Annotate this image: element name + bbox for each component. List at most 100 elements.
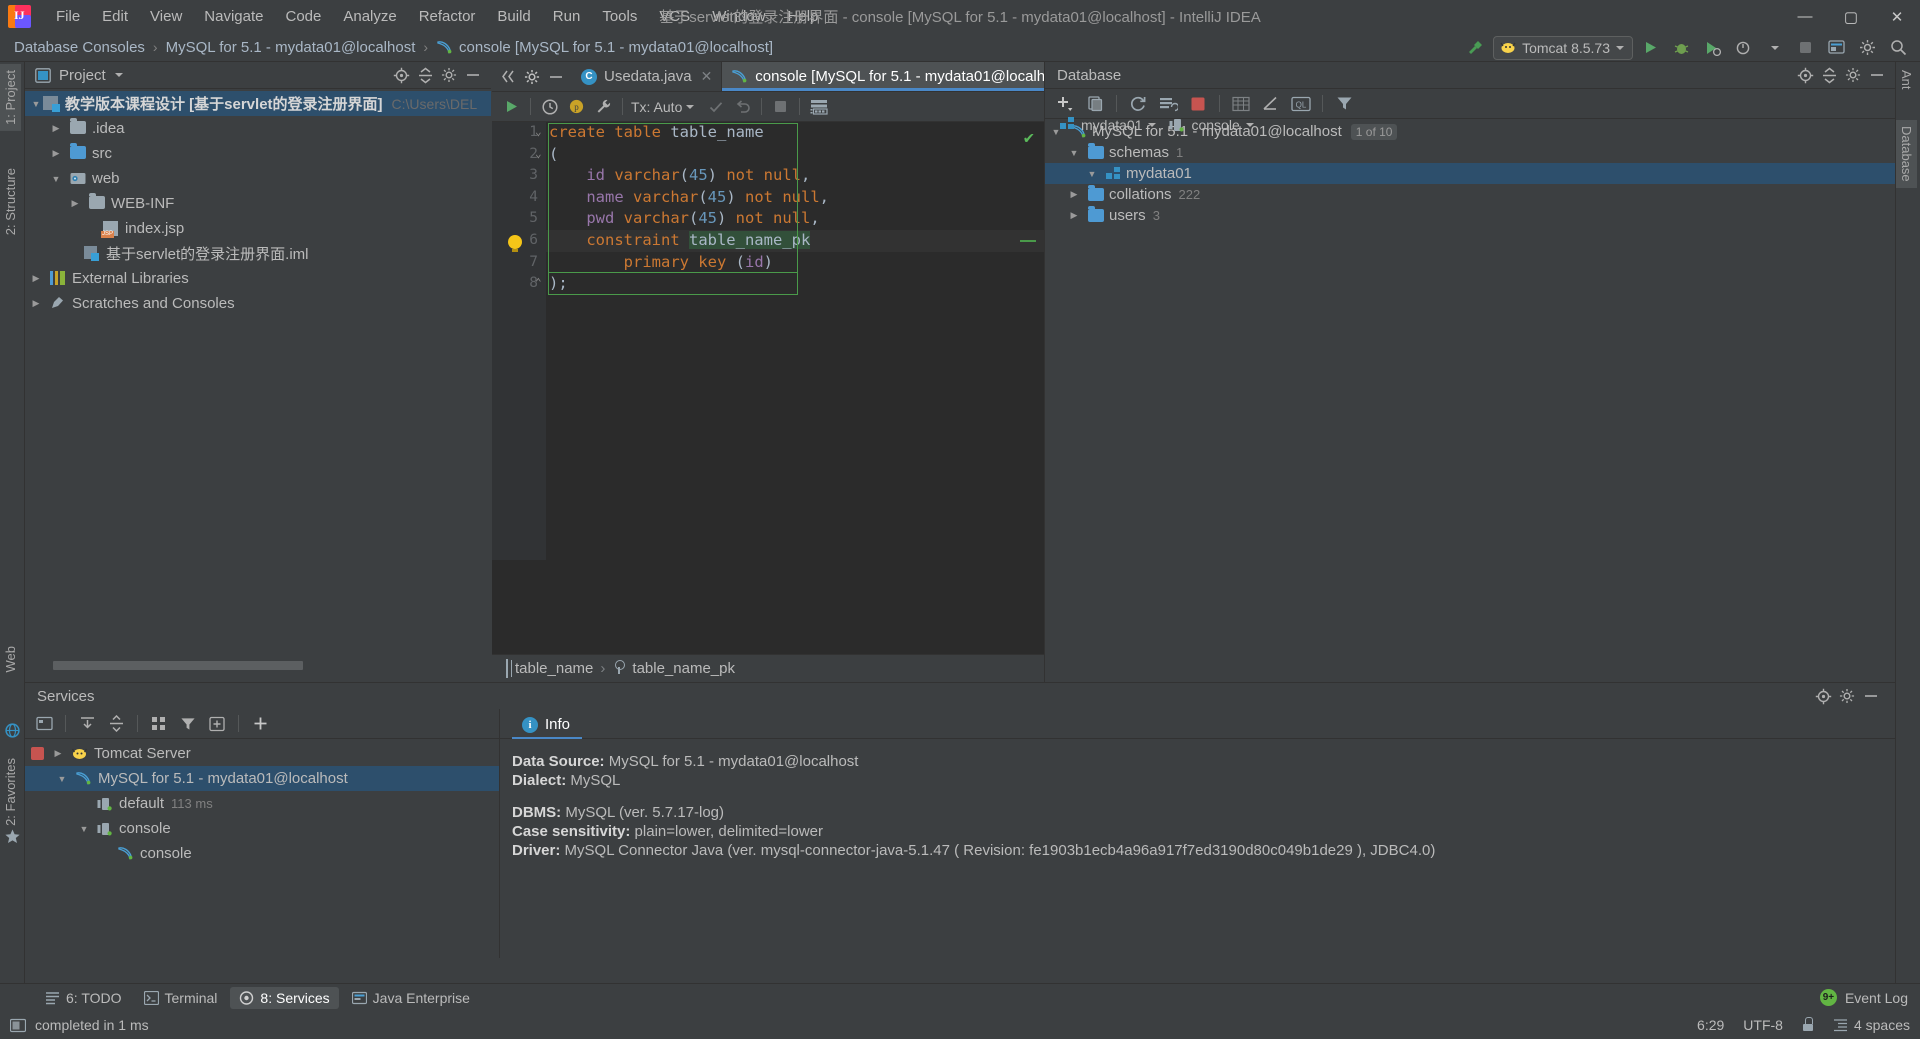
chevron-expanded-icon[interactable]: ▼ — [49, 174, 63, 184]
settings-gear-icon[interactable] — [1854, 35, 1881, 60]
file-encoding[interactable]: UTF-8 — [1743, 1017, 1783, 1033]
add-tab-icon[interactable] — [204, 712, 230, 736]
menu-item-help[interactable]: Help — [777, 4, 830, 30]
chevron-down-icon[interactable] — [686, 104, 695, 109]
sidebar-item-web[interactable]: Web — [0, 640, 21, 679]
intention-bulb-icon[interactable] — [508, 235, 522, 252]
event-log-label[interactable]: Event Log — [1845, 990, 1908, 1006]
stop-button[interactable] — [767, 94, 794, 119]
add-service-icon[interactable] — [247, 712, 273, 736]
stop-button[interactable] — [29, 747, 46, 760]
menu-item-tools[interactable]: Tools — [591, 4, 648, 30]
commit-check-icon[interactable] — [702, 94, 729, 119]
menu-item-analyze[interactable]: Analyze — [332, 4, 407, 30]
menu-item-view[interactable]: View — [139, 4, 193, 30]
fold-marker-icon[interactable]: ⌄ — [535, 125, 542, 138]
query-console-icon[interactable]: QL — [1287, 91, 1315, 116]
tree-row-scratches[interactable]: ▶ Scratches and Consoles — [25, 291, 491, 316]
maximize-button[interactable]: ▢ — [1828, 0, 1874, 33]
breadcrumb-constraint-name[interactable]: table_name_pk — [632, 660, 735, 677]
lock-icon[interactable] — [1802, 1016, 1814, 1034]
svc-row-console-session[interactable]: ▼ console — [25, 816, 499, 841]
hide-panel-icon[interactable] — [1865, 64, 1889, 86]
gear-icon[interactable] — [1835, 685, 1859, 707]
menu-item-edit[interactable]: Edit — [91, 4, 139, 30]
tab-info[interactable]: i Info — [512, 712, 583, 739]
gear-icon[interactable] — [1841, 64, 1865, 86]
breadcrumb-console[interactable]: console [MySQL for 5.1 - mydata01@localh… — [459, 39, 773, 56]
bottom-tab-services[interactable]: 8: Services — [230, 986, 339, 1009]
build-hammer-icon[interactable] — [1462, 35, 1489, 60]
sidebar-item-database[interactable]: Database — [1896, 120, 1917, 188]
run-button[interactable] — [1637, 35, 1664, 60]
collapse-all-icon[interactable] — [1817, 64, 1841, 86]
filter-icon[interactable] — [1330, 91, 1358, 116]
execute-run-icon[interactable] — [498, 94, 525, 119]
inspection-ok-icon[interactable]: ✔ — [1024, 128, 1034, 148]
tree-row-webinf[interactable]: ▶ WEB-INF — [25, 191, 491, 216]
menu-item-refactor[interactable]: Refactor — [408, 4, 487, 30]
caret-position[interactable]: 6:29 — [1697, 1017, 1724, 1033]
db-tree-row-mydata01[interactable]: ▼ mydata01 — [1045, 163, 1895, 184]
editor-tab-usedata-java[interactable]: C Usedata.java ✕ — [572, 62, 723, 91]
debug-button[interactable] — [1668, 35, 1695, 60]
schema-selector[interactable]: mydata01 — [1055, 113, 1161, 137]
menu-item-vcs[interactable]: VCS — [648, 4, 701, 30]
run-configuration-selector[interactable]: Tomcat 8.5.73 — [1493, 35, 1633, 60]
locate-target-icon[interactable] — [389, 64, 413, 86]
chevron-expanded-icon[interactable]: ▼ — [29, 99, 43, 109]
menu-item-window[interactable]: Window — [701, 4, 776, 30]
update-app-icon[interactable] — [1823, 35, 1850, 60]
project-horizontal-scrollbar[interactable] — [53, 661, 493, 670]
chevron-right-icon[interactable]: ▶ — [29, 273, 43, 284]
bottom-tab-terminal[interactable]: Terminal — [135, 987, 227, 1009]
menu-item-run[interactable]: Run — [542, 4, 592, 30]
bottom-tab-java-enterprise[interactable]: Java Enterprise — [343, 987, 479, 1009]
gear-icon[interactable] — [520, 65, 544, 89]
collapse-all-icon[interactable] — [103, 712, 129, 736]
breadcrumb-table-name[interactable]: table_name — [515, 660, 593, 677]
chevron-right-icon[interactable]: ▶ — [49, 123, 63, 134]
indent-setting[interactable]: 4 spaces — [1833, 1017, 1910, 1033]
gear-icon[interactable] — [437, 64, 461, 86]
menu-item-file[interactable]: File — [45, 4, 91, 30]
chevron-right-icon[interactable]: ▶ — [49, 148, 63, 159]
session-selector[interactable]: console — [1164, 113, 1258, 137]
chevron-down-icon[interactable] — [114, 73, 123, 77]
tree-row-indexjsp[interactable]: index.jsp — [25, 216, 491, 241]
close-icon[interactable]: ✕ — [701, 68, 713, 85]
collapse-all-icon[interactable] — [413, 64, 437, 86]
services-view-icon[interactable] — [31, 712, 57, 736]
chevron-right-icon[interactable]: ▶ — [29, 298, 43, 309]
transaction-mode-label[interactable]: Tx: Auto — [631, 99, 682, 115]
collapse-all-icon[interactable] — [496, 65, 520, 89]
sidebar-item-ant[interactable]: Ant — [1896, 64, 1917, 96]
stop-button[interactable] — [1792, 35, 1819, 60]
tree-row-iml[interactable]: 基于servlet的登录注册界面.iml — [25, 241, 491, 266]
menu-item-code[interactable]: Code — [274, 4, 332, 30]
tree-row-idea[interactable]: ▶ .idea — [25, 116, 491, 141]
bottom-tab-todo[interactable]: 6: TODO — [36, 987, 131, 1009]
minimize-button[interactable]: — — [1782, 0, 1828, 33]
chevron-right-icon[interactable]: ▶ — [1067, 189, 1081, 200]
parameters-icon[interactable]: p — [563, 94, 590, 119]
breadcrumb-datasource[interactable]: MySQL for 5.1 - mydata01@localhost — [166, 39, 416, 56]
tree-row-src[interactable]: ▶ src — [25, 141, 491, 166]
chevron-expanded-icon[interactable]: ▼ — [55, 774, 69, 784]
chevron-expanded-icon[interactable]: ▼ — [1067, 148, 1081, 158]
svc-row-tomcat-server[interactable]: ▶ Tomcat Server — [25, 741, 499, 766]
sidebar-item-structure[interactable]: 2: Structure — [0, 162, 21, 241]
chevron-expanded-icon[interactable]: ▼ — [77, 824, 91, 834]
memory-indicator-icon[interactable] — [10, 1018, 26, 1033]
sidebar-item-favorites[interactable]: 2: Favorites — [0, 752, 21, 832]
tree-row-external-libraries[interactable]: ▶ External Libraries — [25, 266, 491, 291]
hide-panel-icon[interactable] — [461, 64, 485, 86]
editor-gutter[interactable]: 1 2 3 4 5 6 7 8 ⌄ ⌄ ⌃ — [492, 122, 546, 560]
chevron-right-icon[interactable]: ▶ — [1067, 210, 1081, 221]
tree-row-web[interactable]: ▼ web — [25, 166, 491, 191]
modify-pencil-icon[interactable] — [1257, 91, 1285, 116]
db-tree-row-collations[interactable]: ▶ collations 222 — [1045, 184, 1895, 205]
chevron-expanded-icon[interactable]: ▼ — [1085, 169, 1099, 179]
svc-row-console-child[interactable]: console — [25, 841, 499, 866]
fold-marker-icon[interactable]: ⌄ — [535, 147, 542, 160]
